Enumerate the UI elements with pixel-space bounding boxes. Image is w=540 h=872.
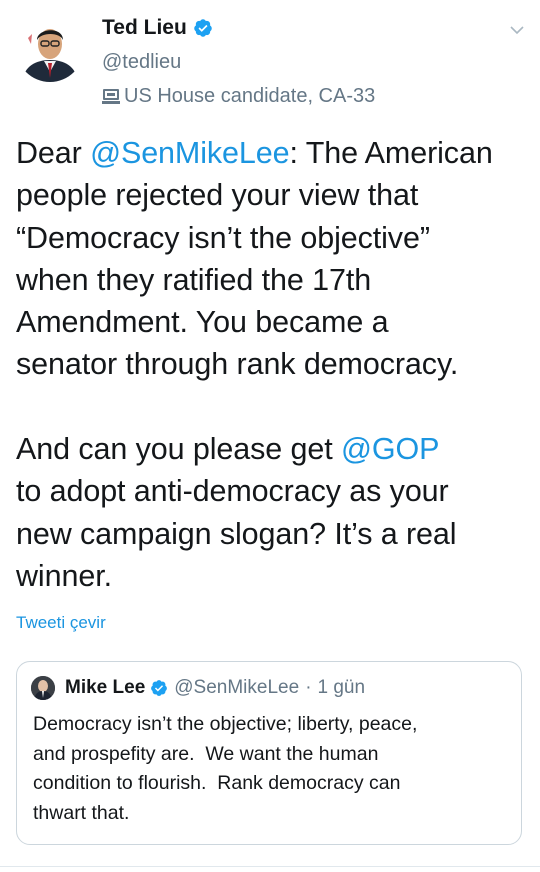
author-name[interactable]: Ted Lieu — [102, 14, 213, 42]
quoted-author-handle: @SenMikeLee — [174, 677, 300, 698]
header-separator: · — [305, 677, 312, 698]
quoted-tweet-card[interactable]: Mike Lee @SenMikeLee · 1 gün Democracy i… — [16, 661, 522, 845]
quoted-tweet-time: 1 gün — [317, 677, 366, 698]
quoted-tweet-text: Democracy isn’t the objective; liberty, … — [33, 713, 418, 824]
author-handle[interactable]: @tedlieu — [102, 49, 181, 75]
divider — [0, 866, 540, 867]
author-name-text[interactable]: Ted Lieu — [102, 14, 187, 42]
tweet-text: Dear @SenMikeLee: The American people re… — [16, 132, 528, 597]
account-label: US House candidate, CA-33 — [102, 83, 375, 109]
government-building-icon — [102, 89, 120, 104]
tweet-text-segment: Dear — [16, 136, 91, 170]
author-avatar[interactable] — [16, 14, 84, 82]
tweet-text-segment: to adopt anti-democracy as your new camp… — [16, 474, 457, 593]
chevron-down-icon[interactable] — [509, 22, 525, 38]
quoted-tweet-header: Mike Lee @SenMikeLee · 1 gün — [65, 675, 365, 701]
tweet-text-segment: : The American people rejected your view… — [16, 136, 493, 467]
mention-gop-link[interactable]: @GOP — [341, 432, 439, 466]
verified-badge-icon — [194, 19, 212, 37]
translate-tweet-link[interactable]: Tweeti çevir — [16, 611, 106, 635]
quoted-author-name: Mike Lee — [65, 677, 146, 698]
account-label-text: US House candidate, CA-33 — [124, 85, 376, 107]
mention-senmikelee-link[interactable]: @SenMikeLee — [90, 136, 290, 170]
quoted-author-avatar — [31, 676, 55, 700]
verified-badge-icon — [151, 680, 168, 696]
